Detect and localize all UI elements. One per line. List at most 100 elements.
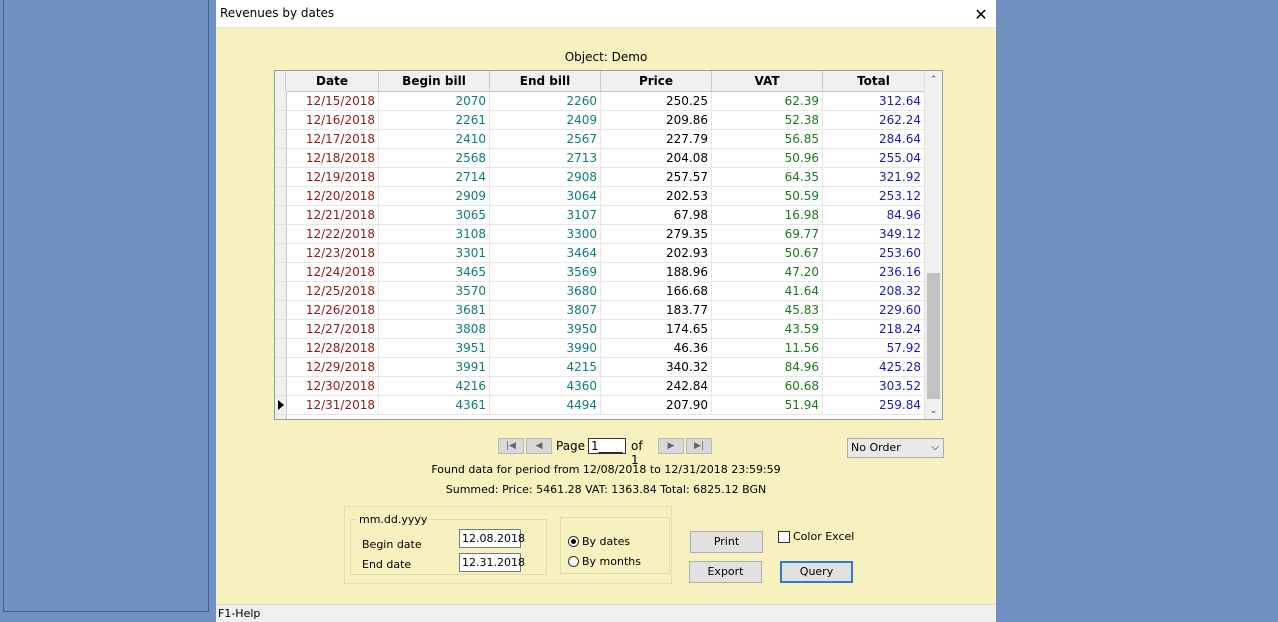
color-excel-checkbox[interactable]: Color Excel [778, 530, 854, 543]
cell-date[interactable]: 12/28/2018 [286, 339, 379, 358]
color-excel-box[interactable] [778, 530, 790, 543]
cell-date[interactable]: 12/20/2018 [286, 187, 379, 206]
cell-begin-bill[interactable]: 2070 [379, 92, 490, 111]
cell-price[interactable]: 257.57 [601, 168, 712, 187]
cell-price[interactable]: 209.86 [601, 111, 712, 130]
current-row-arrow-icon[interactable] [275, 396, 286, 415]
cell-total[interactable]: 259.84 [823, 396, 925, 415]
cell-end-bill[interactable]: 2567 [490, 130, 601, 149]
close-button[interactable]: ✕ [966, 0, 996, 28]
cell-price[interactable]: 188.96 [601, 263, 712, 282]
cell-end-bill[interactable]: 3950 [490, 320, 601, 339]
cell-end-bill[interactable]: 2713 [490, 149, 601, 168]
cell-end-bill[interactable]: 4494 [490, 396, 601, 415]
row-indicator[interactable] [275, 130, 286, 149]
cell-end-bill[interactable]: 3464 [490, 244, 601, 263]
row-indicator[interactable] [275, 168, 286, 187]
cell-price[interactable]: 166.68 [601, 282, 712, 301]
cell-end-bill[interactable]: 3990 [490, 339, 601, 358]
cell-price[interactable]: 183.77 [601, 301, 712, 320]
cell-vat[interactable]: 45.83 [712, 301, 823, 320]
cell-begin-bill[interactable]: 4361 [379, 396, 490, 415]
cell-date[interactable]: 12/30/2018 [286, 377, 379, 396]
row-indicator[interactable] [275, 282, 286, 301]
cell-vat[interactable]: 50.67 [712, 244, 823, 263]
row-indicator[interactable] [275, 263, 286, 282]
table-row[interactable]: 12/20/2018 2909 3064 202.53 50.59 253.12 [275, 187, 925, 206]
cell-date[interactable]: 12/22/2018 [286, 225, 379, 244]
cell-vat[interactable]: 84.96 [712, 358, 823, 377]
cell-date[interactable]: 12/29/2018 [286, 358, 379, 377]
table-row[interactable]: 12/17/2018 2410 2567 227.79 56.85 284.64 [275, 130, 925, 149]
cell-vat[interactable]: 52.38 [712, 111, 823, 130]
table-row[interactable]: 12/27/2018 3808 3950 174.65 43.59 218.24 [275, 320, 925, 339]
cell-date[interactable]: 12/31/2018 [286, 396, 379, 415]
header-price[interactable]: Price [601, 71, 712, 91]
cell-vat[interactable]: 69.77 [712, 225, 823, 244]
cell-end-bill[interactable]: 2908 [490, 168, 601, 187]
header-date[interactable]: Date [286, 71, 379, 91]
row-indicator[interactable] [275, 92, 286, 111]
cell-vat[interactable]: 50.96 [712, 149, 823, 168]
cell-begin-bill[interactable]: 2261 [379, 111, 490, 130]
cell-price[interactable]: 67.98 [601, 206, 712, 225]
cell-total[interactable]: 284.64 [823, 130, 925, 149]
radio-by-months[interactable]: By months [568, 555, 641, 568]
cell-begin-bill[interactable]: 3808 [379, 320, 490, 339]
cell-vat[interactable]: 56.85 [712, 130, 823, 149]
radio-by-dates[interactable]: By dates [568, 535, 630, 548]
cell-end-bill[interactable]: 3064 [490, 187, 601, 206]
next-page-button[interactable]: ▶ [658, 438, 684, 454]
cell-date[interactable]: 12/15/2018 [286, 92, 379, 111]
table-row[interactable]: 12/15/2018 2070 2260 250.25 62.39 312.64 [275, 92, 925, 111]
cell-total[interactable]: 312.64 [823, 92, 925, 111]
table-row[interactable]: 12/18/2018 2568 2713 204.08 50.96 255.04 [275, 149, 925, 168]
cell-price[interactable]: 202.93 [601, 244, 712, 263]
cell-price[interactable]: 46.36 [601, 339, 712, 358]
table-row[interactable]: 12/31/2018 4361 4494 207.90 51.94 259.84 [275, 396, 925, 415]
cell-date[interactable]: 12/24/2018 [286, 263, 379, 282]
row-indicator[interactable] [275, 149, 286, 168]
cell-end-bill[interactable]: 4215 [490, 358, 601, 377]
cell-begin-bill[interactable]: 2568 [379, 149, 490, 168]
cell-price[interactable]: 204.08 [601, 149, 712, 168]
cell-date[interactable]: 12/26/2018 [286, 301, 379, 320]
table-row[interactable]: 12/26/2018 3681 3807 183.77 45.83 229.60 [275, 301, 925, 320]
cell-begin-bill[interactable]: 4216 [379, 377, 490, 396]
cell-begin-bill[interactable]: 3681 [379, 301, 490, 320]
row-indicator[interactable] [275, 187, 286, 206]
row-indicator[interactable] [275, 320, 286, 339]
table-row[interactable]: 12/16/2018 2261 2409 209.86 52.38 262.24 [275, 111, 925, 130]
prev-page-button[interactable]: ◀ [526, 438, 552, 454]
cell-begin-bill[interactable]: 3991 [379, 358, 490, 377]
cell-begin-bill[interactable]: 3465 [379, 263, 490, 282]
cell-total[interactable]: 57.92 [823, 339, 925, 358]
cell-price[interactable]: 202.53 [601, 187, 712, 206]
cell-vat[interactable]: 41.64 [712, 282, 823, 301]
header-end-bill[interactable]: End bill [490, 71, 601, 91]
cell-begin-bill[interactable]: 2410 [379, 130, 490, 149]
cell-end-bill[interactable]: 3680 [490, 282, 601, 301]
cell-end-bill[interactable]: 2260 [490, 92, 601, 111]
cell-end-bill[interactable]: 3300 [490, 225, 601, 244]
cell-end-bill[interactable]: 3107 [490, 206, 601, 225]
header-vat[interactable]: VAT [712, 71, 823, 91]
cell-vat[interactable]: 43.59 [712, 320, 823, 339]
table-row[interactable]: 12/28/2018 3951 3990 46.36 11.56 57.92 [275, 339, 925, 358]
cell-total[interactable]: 218.24 [823, 320, 925, 339]
scroll-up-icon[interactable]: ⌃ [925, 71, 942, 88]
cell-begin-bill[interactable]: 3301 [379, 244, 490, 263]
cell-total[interactable]: 253.12 [823, 187, 925, 206]
cell-total[interactable]: 229.60 [823, 301, 925, 320]
cell-begin-bill[interactable]: 3108 [379, 225, 490, 244]
table-row[interactable]: 12/23/2018 3301 3464 202.93 50.67 253.60 [275, 244, 925, 263]
cell-date[interactable]: 12/23/2018 [286, 244, 379, 263]
cell-date[interactable]: 12/17/2018 [286, 130, 379, 149]
cell-date[interactable]: 12/16/2018 [286, 111, 379, 130]
header-total[interactable]: Total [823, 71, 925, 91]
cell-total[interactable]: 208.32 [823, 282, 925, 301]
cell-begin-bill[interactable]: 3570 [379, 282, 490, 301]
begin-date-input[interactable]: 12.08.2018 [459, 529, 525, 548]
table-row[interactable]: 12/30/2018 4216 4360 242.84 60.68 303.52 [275, 377, 925, 396]
cell-begin-bill[interactable]: 2909 [379, 187, 490, 206]
